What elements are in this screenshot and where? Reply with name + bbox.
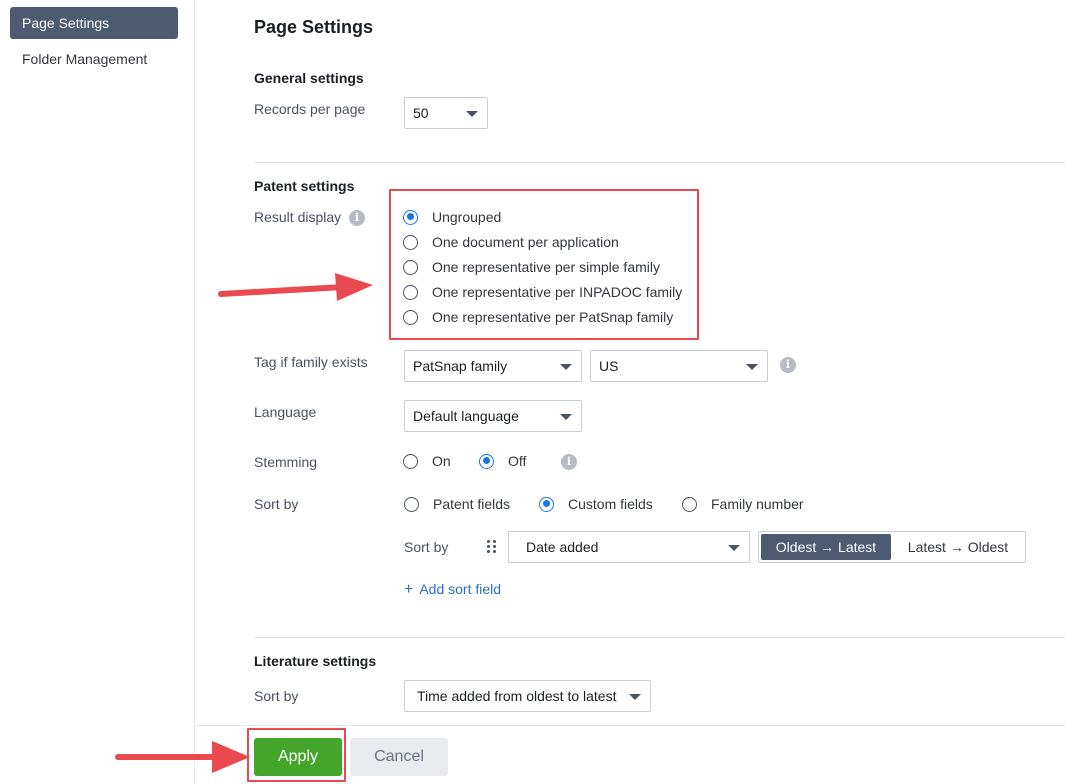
- radio-label: Custom fields: [568, 496, 653, 512]
- sidebar-item-page-settings[interactable]: Page Settings: [10, 7, 178, 39]
- family-type-value: PatSnap family: [413, 358, 507, 374]
- caret-down-icon: [746, 364, 758, 370]
- caret-down-icon: [728, 545, 740, 551]
- sort-field-value: Date added: [526, 539, 598, 555]
- radio-icon: [403, 285, 418, 300]
- radio-icon: [403, 310, 418, 325]
- stemming-label: Stemming: [254, 454, 317, 470]
- add-sort-field-link[interactable]: + Add sort field: [404, 581, 501, 599]
- family-type-select[interactable]: PatSnap family: [404, 350, 582, 382]
- divider: [254, 162, 1065, 163]
- caret-down-icon: [466, 111, 478, 117]
- radio-label: Off: [508, 453, 526, 469]
- apply-button[interactable]: Apply: [254, 738, 342, 776]
- result-display-label: Result display: [254, 209, 341, 225]
- radio-label: One representative per simple family: [432, 259, 660, 275]
- sidebar: Page Settings Folder Management: [0, 0, 195, 784]
- order-latest-to-oldest[interactable]: Latest → Oldest: [891, 532, 1025, 562]
- caret-down-icon: [560, 414, 572, 420]
- caret-down-icon: [629, 694, 641, 700]
- records-per-page-value: 50: [413, 105, 429, 121]
- sort-by-label: Sort by: [254, 496, 298, 512]
- radio-icon: [403, 260, 418, 275]
- country-select[interactable]: US: [590, 350, 768, 382]
- radio-label: One representative per INPADOC family: [432, 284, 682, 300]
- plus-icon: +: [404, 581, 413, 598]
- drag-handle-icon[interactable]: [487, 540, 497, 554]
- radio-icon: [403, 454, 418, 469]
- literature-sort-value: Time added from oldest to latest: [417, 688, 616, 704]
- add-sort-field-label: Add sort field: [419, 581, 501, 597]
- radio-stemming-off[interactable]: Off: [479, 451, 526, 471]
- caret-down-icon: [560, 364, 572, 370]
- radio-family-number[interactable]: Family number: [682, 494, 804, 514]
- radio-custom-fields[interactable]: Custom fields: [539, 494, 653, 514]
- sidebar-item-folder-management[interactable]: Folder Management: [10, 43, 178, 75]
- sort-field-label: Sort by: [404, 539, 448, 555]
- radio-label: One document per application: [432, 234, 619, 250]
- radio-stemming-on[interactable]: On: [403, 451, 451, 471]
- info-icon[interactable]: i: [349, 210, 365, 226]
- cancel-button[interactable]: Cancel: [350, 738, 448, 776]
- language-label: Language: [254, 404, 316, 420]
- general-settings-title: General settings: [254, 70, 364, 86]
- radio-one-document-per-application[interactable]: One document per application: [403, 232, 619, 252]
- radio-label: One representative per PatSnap family: [432, 309, 673, 325]
- sort-field-select[interactable]: Date added: [508, 531, 750, 563]
- info-icon[interactable]: i: [561, 454, 577, 470]
- radio-icon: [403, 210, 418, 225]
- patent-settings-title: Patent settings: [254, 178, 354, 194]
- radio-label: Ungrouped: [432, 209, 501, 225]
- language-select[interactable]: Default language: [404, 400, 582, 432]
- records-per-page-select[interactable]: 50: [404, 97, 488, 129]
- radio-icon: [403, 235, 418, 250]
- country-value: US: [599, 358, 618, 374]
- radio-icon: [682, 497, 697, 512]
- settings-panel: Page Settings General settings Records p…: [196, 0, 1065, 784]
- radio-label: Patent fields: [433, 496, 510, 512]
- language-value: Default language: [413, 408, 519, 424]
- radio-simple-family[interactable]: One representative per simple family: [403, 257, 660, 277]
- radio-icon: [539, 497, 554, 512]
- radio-inpadoc-family[interactable]: One representative per INPADOC family: [403, 282, 682, 302]
- radio-patsnap-family[interactable]: One representative per PatSnap family: [403, 307, 673, 327]
- radio-label: Family number: [711, 496, 804, 512]
- literature-sort-by-label: Sort by: [254, 688, 298, 704]
- divider: [254, 637, 1065, 638]
- sort-order-toggle: Oldest → Latest Latest → Oldest: [758, 531, 1026, 563]
- footer-divider: [196, 725, 1065, 726]
- tag-if-family-exists-label: Tag if family exists: [254, 354, 368, 370]
- radio-patent-fields[interactable]: Patent fields: [404, 494, 510, 514]
- radio-icon: [479, 454, 494, 469]
- radio-ungrouped[interactable]: Ungrouped: [403, 207, 501, 227]
- info-icon[interactable]: i: [780, 357, 796, 373]
- order-oldest-to-latest[interactable]: Oldest → Latest: [761, 534, 891, 560]
- records-per-page-label: Records per page: [254, 101, 365, 117]
- literature-sort-select[interactable]: Time added from oldest to latest: [404, 680, 651, 712]
- radio-icon: [404, 497, 419, 512]
- page-title: Page Settings: [254, 17, 373, 38]
- literature-settings-title: Literature settings: [254, 653, 376, 669]
- radio-label: On: [432, 453, 451, 469]
